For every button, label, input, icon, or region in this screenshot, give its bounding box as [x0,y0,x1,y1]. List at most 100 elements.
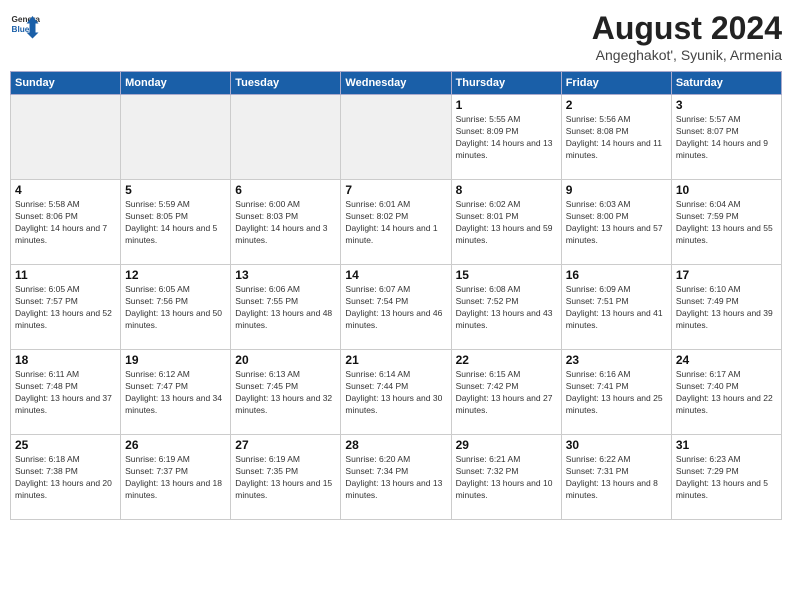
day-info: Sunrise: 6:21 AMSunset: 7:32 PMDaylight:… [456,454,557,502]
day-number: 28 [345,438,446,452]
day-header-saturday: Saturday [671,72,781,95]
day-info: Sunrise: 6:08 AMSunset: 7:52 PMDaylight:… [456,284,557,332]
day-cell: 15 Sunrise: 6:08 AMSunset: 7:52 PMDayligh… [451,265,561,350]
day-number: 25 [15,438,116,452]
day-info: Sunrise: 5:57 AMSunset: 8:07 PMDaylight:… [676,114,777,162]
day-cell: 26Sunrise: 6:19 AMSunset: 7:37 PMDayligh… [121,435,231,520]
day-number: 16 [566,268,667,282]
day-info: Sunrise: 5:56 AMSunset: 8:08 PMDaylight:… [566,114,667,162]
day-info: Sunrise: 6:19 AMSunset: 7:35 PMDaylight:… [235,454,336,502]
day-info: Sunrise: 6:06 AMSunset: 7:55 PMDaylight:… [235,284,336,332]
calendar-table: SundayMondayTuesdayWednesdayThursdayFrid… [10,71,782,520]
day-info: Sunrise: 6:22 AMSunset: 7:31 PMDaylight:… [566,454,667,502]
day-number: 13 [235,268,336,282]
day-number: 23 [566,353,667,367]
day-cell: 27 Sunrise: 6:19 AMSunset: 7:35 PMDayligh… [231,435,341,520]
week-row-4: 18 Sunrise: 6:11 AMSunset: 7:48 PMDayligh… [11,350,782,435]
header-row: SundayMondayTuesdayWednesdayThursdayFrid… [11,72,782,95]
day-cell [11,95,121,180]
subtitle: Angeghakot', Syunik, Armenia [592,47,782,63]
day-cell: 20Sunrise: 6:13 AMSunset: 7:45 PMDayligh… [231,350,341,435]
week-row-5: 25 Sunrise: 6:18 AMSunset: 7:38 PMDayligh… [11,435,782,520]
day-info: Sunrise: 6:20 AMSunset: 7:34 PMDaylight:… [345,454,446,502]
day-info: Sunrise: 6:17 AMSunset: 7:40 PMDaylight:… [676,369,777,417]
day-info: Sunrise: 6:15 AMSunset: 7:42 PMDaylight:… [456,369,557,417]
day-cell: 6 Sunrise: 6:00 AMSunset: 8:03 PMDaylight… [231,180,341,265]
day-cell: 25 Sunrise: 6:18 AMSunset: 7:38 PMDayligh… [11,435,121,520]
day-cell: 1Sunrise: 5:55 AMSunset: 8:09 PMDaylight… [451,95,561,180]
day-number: 12 [125,268,226,282]
day-cell: 12 Sunrise: 6:05 AMSunset: 7:56 PMDayligh… [121,265,231,350]
day-info: Sunrise: 6:11 AMSunset: 7:48 PMDaylight:… [15,369,116,417]
day-number: 24 [676,353,777,367]
week-row-1: 1Sunrise: 5:55 AMSunset: 8:09 PMDaylight… [11,95,782,180]
day-number: 8 [456,183,557,197]
day-cell: 10Sunrise: 6:04 AMSunset: 7:59 PMDayligh… [671,180,781,265]
day-number: 17 [676,268,777,282]
day-number: 11 [15,268,116,282]
day-cell [121,95,231,180]
day-number: 6 [235,183,336,197]
day-cell: 23 Sunrise: 6:16 AMSunset: 7:41 PMDayligh… [561,350,671,435]
day-info: Sunrise: 6:23 AMSunset: 7:29 PMDaylight:… [676,454,777,502]
day-cell: 19 Sunrise: 6:12 AMSunset: 7:47 PMDayligh… [121,350,231,435]
day-info: Sunrise: 6:13 AMSunset: 7:45 PMDaylight:… [235,369,336,417]
day-cell: 30 Sunrise: 6:22 AMSunset: 7:31 PMDayligh… [561,435,671,520]
day-number: 4 [15,183,116,197]
day-header-friday: Friday [561,72,671,95]
day-info: Sunrise: 6:09 AMSunset: 7:51 PMDaylight:… [566,284,667,332]
day-cell: 21 Sunrise: 6:14 AMSunset: 7:44 PMDayligh… [341,350,451,435]
day-number: 27 [235,438,336,452]
day-info: Sunrise: 6:18 AMSunset: 7:38 PMDaylight:… [15,454,116,502]
day-number: 22 [456,353,557,367]
day-header-wednesday: Wednesday [341,72,451,95]
day-number: 3 [676,98,777,112]
day-cell: 11 Sunrise: 6:05 AMSunset: 7:57 PMDayligh… [11,265,121,350]
day-number: 7 [345,183,446,197]
day-number: 18 [15,353,116,367]
day-number: 21 [345,353,446,367]
day-cell [341,95,451,180]
day-info: Sunrise: 5:59 AMSunset: 8:05 PMDaylight:… [125,199,226,247]
main-title: August 2024 [592,10,782,47]
day-cell: 16 Sunrise: 6:09 AMSunset: 7:51 PMDayligh… [561,265,671,350]
day-info: Sunrise: 6:12 AMSunset: 7:47 PMDaylight:… [125,369,226,417]
day-header-monday: Monday [121,72,231,95]
day-header-tuesday: Tuesday [231,72,341,95]
day-number: 31 [676,438,777,452]
day-info: Sunrise: 6:03 AMSunset: 8:00 PMDaylight:… [566,199,667,247]
day-cell: 24 Sunrise: 6:17 AMSunset: 7:40 PMDayligh… [671,350,781,435]
day-cell: 3 Sunrise: 5:57 AMSunset: 8:07 PMDaylight… [671,95,781,180]
day-info: Sunrise: 6:19 AMSunset: 7:37 PMDaylight:… [125,454,226,502]
day-number: 15 [456,268,557,282]
day-cell: 31 Sunrise: 6:23 AMSunset: 7:29 PMDayligh… [671,435,781,520]
day-number: 9 [566,183,667,197]
day-info: Sunrise: 6:14 AMSunset: 7:44 PMDaylight:… [345,369,446,417]
header-area: General Blue August 2024 Angeghakot', Sy… [10,10,782,63]
day-info: Sunrise: 6:05 AMSunset: 7:57 PMDaylight:… [15,284,116,332]
day-cell: 22 Sunrise: 6:15 AMSunset: 7:42 PMDayligh… [451,350,561,435]
day-number: 14 [345,268,446,282]
day-number: 29 [456,438,557,452]
day-cell: 2 Sunrise: 5:56 AMSunset: 8:08 PMDaylight… [561,95,671,180]
day-cell: 8Sunrise: 6:02 AMSunset: 8:01 PMDaylight… [451,180,561,265]
svg-text:Blue: Blue [12,25,30,34]
day-number: 10 [676,183,777,197]
day-number: 2 [566,98,667,112]
day-info: Sunrise: 6:16 AMSunset: 7:41 PMDaylight:… [566,369,667,417]
logo: General Blue [10,10,40,40]
day-info: Sunrise: 6:10 AMSunset: 7:49 PMDaylight:… [676,284,777,332]
day-number: 30 [566,438,667,452]
day-cell: 29 Sunrise: 6:21 AMSunset: 7:32 PMDayligh… [451,435,561,520]
day-number: 1 [456,98,557,112]
day-header-sunday: Sunday [11,72,121,95]
day-info: Sunrise: 5:58 AMSunset: 8:06 PMDaylight:… [15,199,116,247]
day-number: 19 [125,353,226,367]
day-cell: 18 Sunrise: 6:11 AMSunset: 7:48 PMDayligh… [11,350,121,435]
day-info: Sunrise: 6:00 AMSunset: 8:03 PMDaylight:… [235,199,336,247]
day-cell: 17 Sunrise: 6:10 AMSunset: 7:49 PMDayligh… [671,265,781,350]
day-cell: 28 Sunrise: 6:20 AMSunset: 7:34 PMDayligh… [341,435,451,520]
week-row-3: 11 Sunrise: 6:05 AMSunset: 7:57 PMDayligh… [11,265,782,350]
day-info: Sunrise: 6:05 AMSunset: 7:56 PMDaylight:… [125,284,226,332]
day-cell: 4 Sunrise: 5:58 AMSunset: 8:06 PMDaylight… [11,180,121,265]
